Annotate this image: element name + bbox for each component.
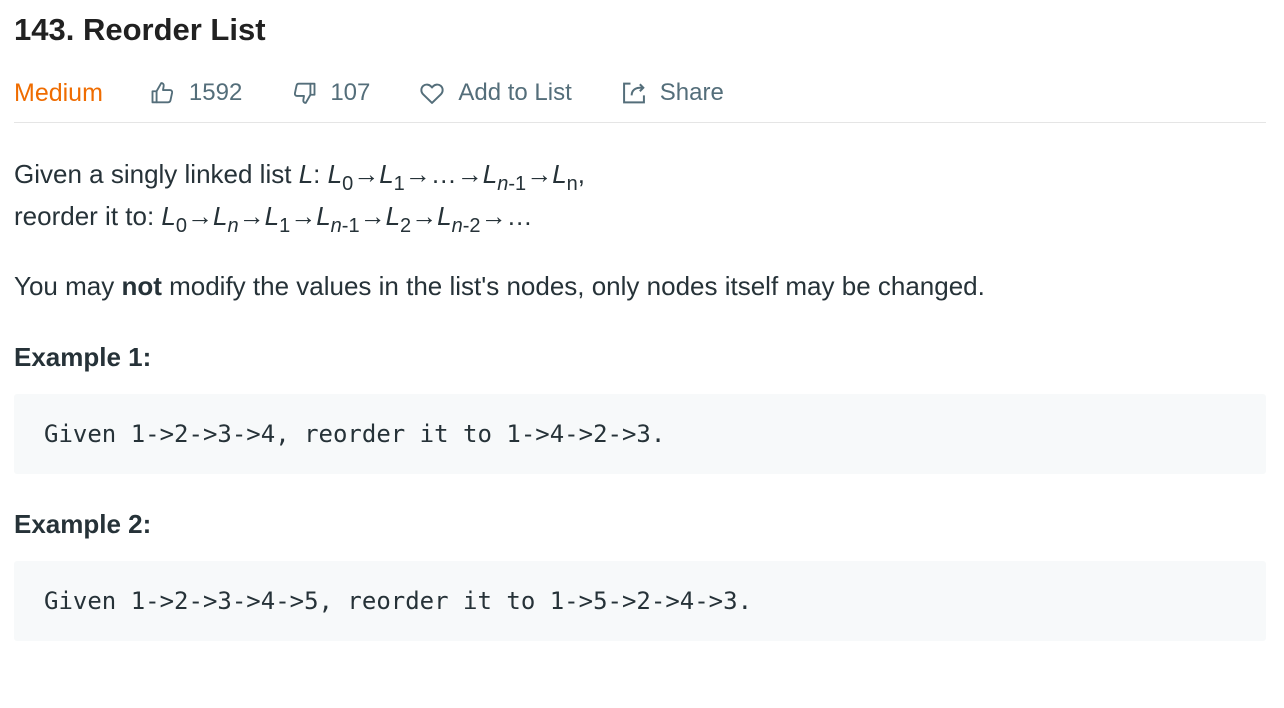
share-button[interactable]: Share xyxy=(620,79,724,107)
math-subscript: n xyxy=(566,173,578,195)
math-subscript: 0 xyxy=(175,215,187,237)
math-term: L xyxy=(482,159,498,189)
problem-meta-bar: Medium 1592 107 Add to List Share xyxy=(14,70,1266,123)
math-term: L xyxy=(385,201,401,231)
note-after: modify the values in the list's nodes, o… xyxy=(161,271,985,301)
thumbs-down-icon xyxy=(290,79,318,107)
problem-title: 143. Reorder List xyxy=(14,12,266,47)
math-term: L xyxy=(316,201,331,231)
note-before: You may xyxy=(14,271,122,301)
math-subscript: 2 xyxy=(400,215,412,237)
add-to-list-label: Add to List xyxy=(458,79,572,106)
like-count: 1592 xyxy=(188,79,243,106)
formula-line1-prefix: Given a singly linked list xyxy=(14,159,299,189)
heart-icon xyxy=(418,79,446,107)
math-subscript: n-1 xyxy=(330,215,360,237)
math-term: L xyxy=(379,159,394,189)
math-term: L xyxy=(327,159,343,189)
math-term: L xyxy=(161,201,176,231)
problem-page: 143. Reorder List Medium 1592 107 Add to… xyxy=(0,0,1284,708)
math-subscript: 1 xyxy=(393,173,405,195)
add-to-list-button[interactable]: Add to List xyxy=(418,79,572,107)
math-subscript: 0 xyxy=(342,173,354,195)
share-label: Share xyxy=(659,79,724,106)
example-2-title: Example 2: xyxy=(14,509,152,539)
like-button[interactable]: 1592 xyxy=(149,79,242,107)
example-2-code: Given 1->2->3->4->5, reorder it to 1->5-… xyxy=(14,561,1266,641)
problem-description: Given a singly linked list L: L0→L1→…→Ln… xyxy=(14,153,1266,641)
math-subscript: n-1 xyxy=(497,173,527,195)
formula-line2-prefix: reorder it to: xyxy=(14,201,162,231)
note-bold: not xyxy=(121,271,162,301)
formula-line-reorder: reorder it to: L0→Ln→L1→Ln-1→L2→Ln-2→… xyxy=(14,201,533,237)
math-term: L xyxy=(437,201,452,231)
share-icon xyxy=(620,79,648,107)
thumbs-up-icon xyxy=(149,79,177,107)
math-subscript: 1 xyxy=(279,215,291,237)
math-subscript: n xyxy=(227,215,239,237)
formula-line-given: Given a singly linked list L: L0→L1→…→Ln… xyxy=(14,159,586,195)
example-1-code: Given 1->2->3->4, reorder it to 1->4->2-… xyxy=(14,394,1266,474)
dislike-button[interactable]: 107 xyxy=(290,79,370,107)
example-1-title: Example 1: xyxy=(14,342,152,372)
constraint-note: You may not modify the values in the lis… xyxy=(14,265,1266,307)
math-term: L xyxy=(213,201,228,231)
math-term: L xyxy=(552,159,567,189)
math-term: L xyxy=(264,201,280,231)
formula-block: Given a singly linked list L: L0→L1→…→Ln… xyxy=(14,153,1266,237)
dislike-count: 107 xyxy=(330,79,371,106)
math-list-symbol: L xyxy=(298,159,314,189)
difficulty-label: Medium xyxy=(14,78,103,107)
math-subscript: n-2 xyxy=(451,215,481,237)
